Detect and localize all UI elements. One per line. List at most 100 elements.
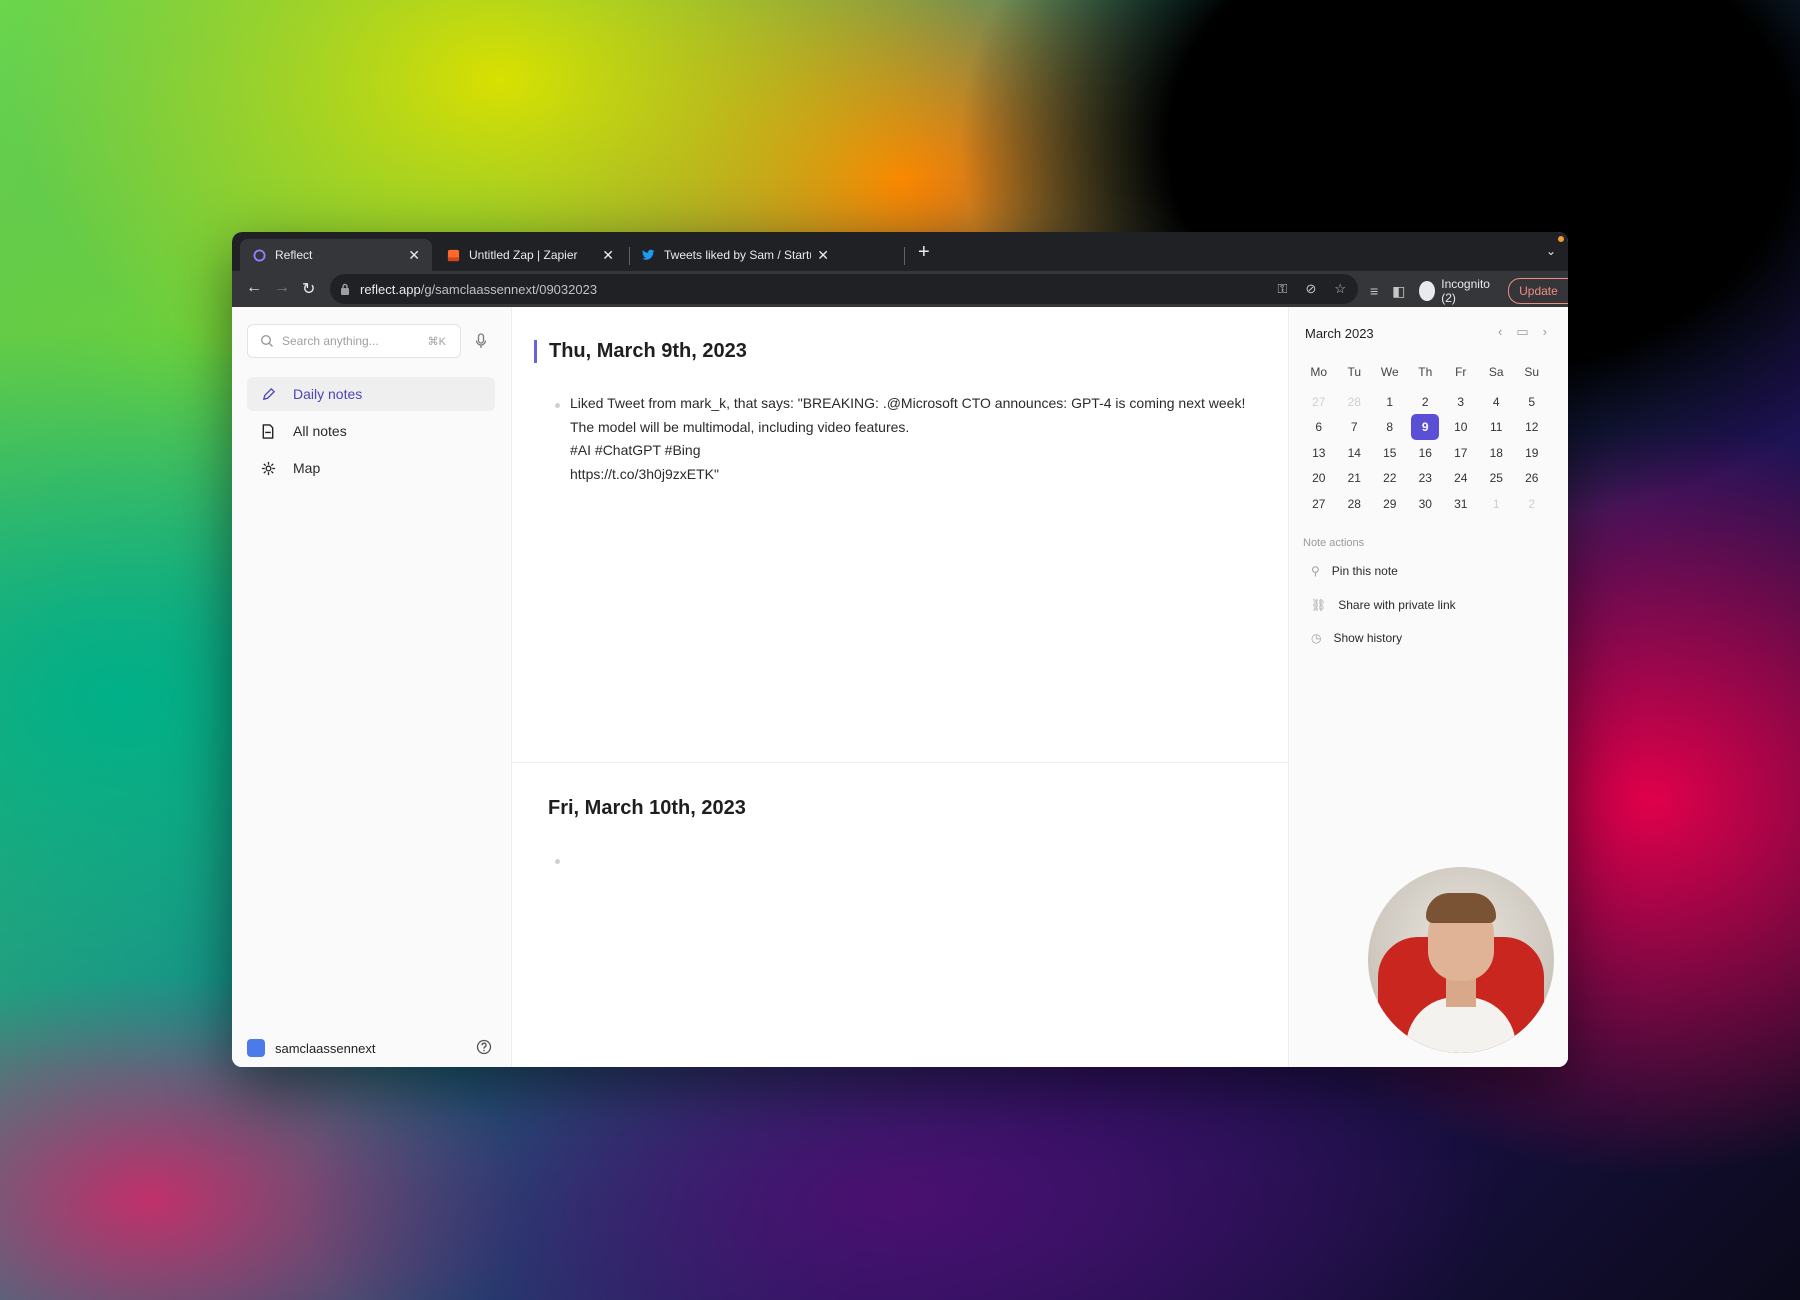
calendar-day[interactable]: 2 bbox=[1408, 389, 1444, 415]
calendar-day-number: 8 bbox=[1386, 420, 1394, 435]
note-date-heading: Thu, March 9th, 2023 bbox=[534, 340, 747, 363]
chevron-left-icon[interactable]: ‹ bbox=[1498, 324, 1502, 340]
search-placeholder: Search anything... bbox=[282, 334, 379, 348]
chevron-down-icon[interactable]: ⌄ bbox=[1546, 244, 1556, 258]
microphone-icon[interactable] bbox=[475, 333, 487, 349]
calendar-day-number: 4 bbox=[1492, 394, 1500, 409]
calendar-day[interactable]: 30 bbox=[1408, 491, 1444, 517]
tab-reflect[interactable]: Reflect ✕ bbox=[240, 239, 432, 271]
tab-title: Reflect bbox=[275, 248, 313, 262]
sidebar-item-label: Daily notes bbox=[293, 386, 363, 402]
calendar-day[interactable]: 2 bbox=[1514, 491, 1550, 517]
note-content[interactable]: Liked Tweet from mark_k, that says: "BRE… bbox=[570, 392, 1270, 486]
reload-icon[interactable]: ↻ bbox=[302, 279, 315, 299]
pin-note-action[interactable]: ⚲ Pin this note bbox=[1311, 564, 1398, 578]
calendar-day[interactable]: 19 bbox=[1514, 440, 1550, 466]
calendar-day[interactable]: 24 bbox=[1443, 466, 1479, 492]
calendar-day[interactable]: 5 bbox=[1514, 389, 1550, 415]
calendar-day[interactable]: 26 bbox=[1514, 466, 1550, 492]
close-icon[interactable]: ✕ bbox=[817, 247, 829, 264]
sidebar-item-label: All notes bbox=[293, 423, 347, 439]
sidebar-item-all-notes[interactable]: All notes bbox=[247, 414, 495, 448]
side-panel-icon[interactable]: ◧ bbox=[1392, 283, 1405, 300]
calendar-day-number: 6 bbox=[1315, 420, 1323, 435]
close-icon[interactable]: ✕ bbox=[602, 247, 614, 264]
sidebar-item-daily-notes[interactable]: Daily notes bbox=[247, 377, 495, 411]
calendar-day[interactable]: 17 bbox=[1443, 440, 1479, 466]
help-icon[interactable] bbox=[476, 1039, 492, 1055]
calendar-day[interactable]: 12 bbox=[1514, 415, 1550, 441]
calendar-icon[interactable]: ▭ bbox=[1516, 324, 1528, 340]
eye-off-icon[interactable]: ⊘ bbox=[1305, 281, 1316, 297]
key-icon[interactable]: ⚿ bbox=[1278, 281, 1288, 297]
calendar-day[interactable]: 1 bbox=[1372, 389, 1408, 415]
calendar-day[interactable]: 20 bbox=[1301, 466, 1337, 492]
calendar-day[interactable]: 27 bbox=[1301, 389, 1337, 415]
calendar-day[interactable]: 13 bbox=[1301, 440, 1337, 466]
incognito-icon bbox=[1419, 281, 1436, 301]
calendar-day[interactable]: 28 bbox=[1337, 491, 1373, 517]
calendar-day[interactable]: 29 bbox=[1372, 491, 1408, 517]
calendar-day[interactable]: 22 bbox=[1372, 466, 1408, 492]
calendar-day[interactable]: 9 bbox=[1408, 414, 1444, 441]
tab-zapier[interactable]: Untitled Zap | Zapier ✕ bbox=[434, 239, 626, 271]
calendar-day[interactable]: 3 bbox=[1443, 389, 1479, 415]
search-shortcut: ⌘K bbox=[427, 335, 446, 348]
forward-arrow-icon[interactable]: → bbox=[274, 279, 290, 297]
tab-twitter[interactable]: Tweets liked by Sam / Startup ( ✕ bbox=[629, 239, 841, 271]
calendar-day[interactable]: 11 bbox=[1479, 415, 1515, 441]
notes-editor[interactable]: Thu, March 9th, 2023 Liked Tweet from ma… bbox=[512, 307, 1288, 1067]
star-icon[interactable]: ☆ bbox=[1334, 281, 1346, 297]
map-icon bbox=[259, 459, 277, 477]
calendar-day[interactable]: 14 bbox=[1337, 440, 1373, 466]
address-bar[interactable]: reflect.app/g/samclaassennext/09032023 ⚿… bbox=[330, 274, 1358, 304]
calendar-day[interactable]: 27 bbox=[1301, 491, 1337, 517]
reading-list-icon[interactable]: ≡ bbox=[1370, 283, 1378, 299]
calendar-month: March 2023 bbox=[1305, 326, 1374, 341]
calendar-day-number: 28 bbox=[1347, 394, 1361, 409]
calendar-day-number: 27 bbox=[1312, 496, 1326, 511]
calendar-day[interactable]: 31 bbox=[1443, 491, 1479, 517]
chevron-right-icon[interactable]: › bbox=[1543, 324, 1547, 340]
calendar-day[interactable]: 8 bbox=[1372, 415, 1408, 441]
calendar-day-number: 12 bbox=[1525, 420, 1539, 435]
close-icon[interactable]: ✕ bbox=[408, 247, 420, 264]
incognito-profile[interactable]: Incognito (2) bbox=[1419, 277, 1494, 305]
calendar-day[interactable]: 23 bbox=[1408, 466, 1444, 492]
update-button[interactable]: Update ⋮ bbox=[1508, 278, 1568, 304]
sidebar-item-map[interactable]: Map bbox=[247, 451, 495, 485]
tab-title: Untitled Zap | Zapier bbox=[469, 248, 578, 262]
search-input[interactable]: Search anything... ⌘K bbox=[247, 324, 461, 358]
back-arrow-icon[interactable]: ← bbox=[246, 279, 262, 297]
calendar-day[interactable]: 28 bbox=[1337, 389, 1373, 415]
weekday-label: Su bbox=[1524, 365, 1540, 379]
calendar-day-number: 24 bbox=[1454, 471, 1468, 486]
calendar-day[interactable]: 15 bbox=[1372, 440, 1408, 466]
calendar-day[interactable]: 21 bbox=[1337, 466, 1373, 492]
weekday-label: Mo bbox=[1310, 365, 1328, 379]
show-history-action[interactable]: ◷ Show history bbox=[1311, 631, 1402, 645]
calendar-day[interactable]: 10 bbox=[1443, 415, 1479, 441]
calendar-day-number: 21 bbox=[1347, 471, 1361, 486]
calendar-day-number: 11 bbox=[1490, 420, 1503, 435]
note-line: The model will be multimodal, including … bbox=[570, 418, 910, 435]
share-link-action[interactable]: ⛓ Share with private link bbox=[1311, 598, 1456, 612]
calendar-day[interactable]: 16 bbox=[1408, 440, 1444, 466]
recording-indicator bbox=[1558, 236, 1564, 242]
kebab-menu-icon: ⋮ bbox=[1566, 284, 1568, 298]
action-label: Pin this note bbox=[1331, 564, 1398, 578]
calendar-day-number: 10 bbox=[1454, 420, 1468, 435]
calendar-day-number: 30 bbox=[1418, 496, 1432, 511]
url-text: reflect.app/g/samclaassennext/09032023 bbox=[360, 282, 597, 297]
calendar-day[interactable]: 1 bbox=[1479, 491, 1515, 517]
calendar-day[interactable]: 4 bbox=[1479, 389, 1515, 415]
new-tab-icon[interactable]: + bbox=[918, 242, 930, 262]
calendar-day[interactable]: 18 bbox=[1479, 440, 1515, 466]
calendar-day[interactable]: 6 bbox=[1301, 415, 1337, 441]
browser-toolbar: ← → ↻ reflect.app/g/samclaassennext/0903… bbox=[232, 271, 1568, 307]
user-account[interactable]: samclaassennext bbox=[247, 1039, 375, 1057]
calendar-day[interactable]: 25 bbox=[1479, 466, 1515, 492]
calendar-day[interactable]: 7 bbox=[1337, 415, 1373, 441]
bullet-dot[interactable] bbox=[555, 859, 560, 864]
calendar-day-number: 3 bbox=[1457, 394, 1465, 409]
